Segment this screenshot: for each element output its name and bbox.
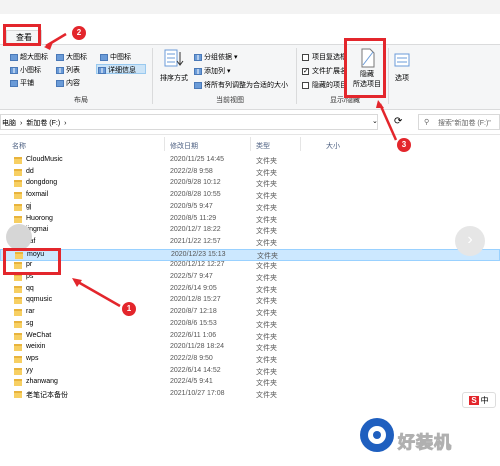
step-2-badge: 2 xyxy=(72,26,86,40)
step-1-badge: 1 xyxy=(122,302,136,316)
step-3-badge: 3 xyxy=(397,138,411,152)
sogou-logo-icon: S xyxy=(469,395,479,405)
annotation-arrows xyxy=(44,32,398,308)
watermark-logo-icon xyxy=(360,418,394,452)
watermark-text: 好装机 xyxy=(398,433,452,453)
ime-indicator[interactable]: S 中 xyxy=(462,392,496,408)
